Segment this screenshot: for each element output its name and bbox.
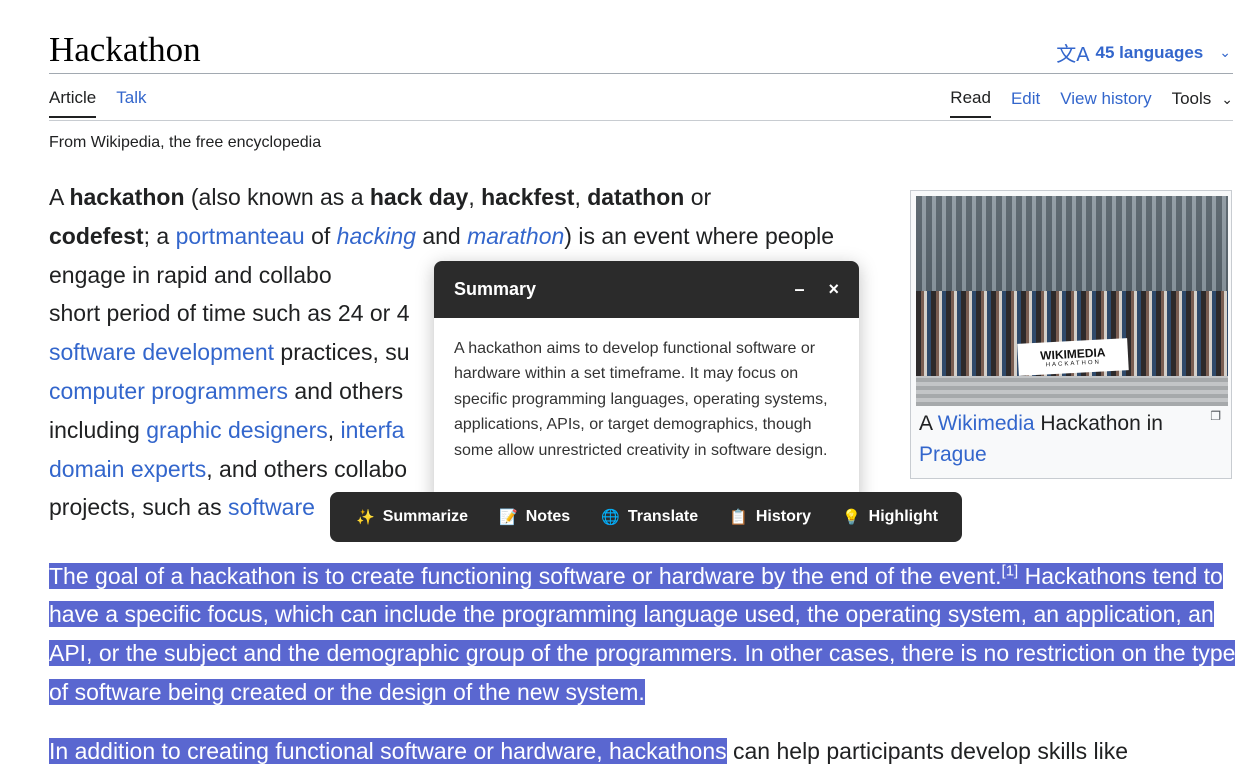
chevron-down-icon: ⌄: [1219, 44, 1231, 60]
bold-term: datathon: [587, 184, 685, 210]
link-hacking[interactable]: hacking: [337, 223, 416, 249]
steps: [916, 376, 1228, 406]
link-prague[interactable]: Prague: [919, 443, 987, 466]
minimize-button[interactable]: –: [794, 279, 804, 300]
text: practices, su: [274, 339, 410, 366]
addition-paragraph: In addition to creating functional softw…: [49, 732, 1249, 771]
highlight-button[interactable]: 💡 Highlight: [842, 508, 938, 526]
text: of: [304, 222, 337, 249]
tab-article[interactable]: Article: [49, 88, 97, 118]
translate-label: Translate: [627, 508, 699, 525]
link-software[interactable]: software: [228, 494, 315, 520]
summarize-label: Summarize: [382, 508, 469, 525]
title-divider: [49, 73, 1233, 74]
bold-term: hackfest: [481, 184, 575, 210]
languages-button[interactable]: 文A 45 languages ⌄: [1056, 38, 1231, 67]
text: can help participants develop skills lik…: [726, 738, 1129, 764]
notes-label: Notes: [525, 508, 571, 525]
lightbulb-icon: 💡: [841, 509, 861, 526]
namespace-tabs: Article Talk: [49, 88, 146, 118]
tab-edit[interactable]: Edit: [1011, 89, 1040, 117]
bold-term: hack day: [369, 184, 469, 210]
hackathon-photo[interactable]: WIKIMEDIA HACKATHON: [916, 196, 1228, 406]
text: short period of time such as 24 or 4: [49, 300, 410, 327]
citation-link[interactable]: [1]: [1002, 562, 1019, 579]
summarize-button[interactable]: ✨ Summarize: [356, 508, 468, 526]
link-marathon[interactable]: marathon: [467, 223, 564, 249]
link-wikimedia[interactable]: Wikimedia: [938, 412, 1035, 435]
text: ,: [574, 184, 588, 210]
translate-icon: 文A: [1056, 44, 1090, 66]
close-button[interactable]: ×: [828, 279, 839, 300]
goal-paragraph: The goal of a hackathon is to create fun…: [49, 552, 1249, 712]
tools-menu[interactable]: Tools ⌄: [1172, 89, 1233, 117]
popup-title: Summary: [454, 279, 537, 299]
tab-view-history[interactable]: View history: [1060, 89, 1151, 117]
image-caption: A Wikimedia Hackathon in Prague: [919, 408, 1189, 470]
link-software-development[interactable]: software development: [49, 339, 274, 365]
text: ,: [327, 416, 341, 443]
wikimedia-banner: WIKIMEDIA HACKATHON: [1017, 338, 1129, 376]
link-computer-programmers[interactable]: computer programmers: [49, 378, 288, 404]
link-graphic-designers[interactable]: graphic designers: [146, 417, 328, 443]
bold-term: codefest: [49, 222, 144, 249]
text: A: [919, 412, 938, 435]
clipboard-icon: 📋: [729, 509, 748, 526]
text: and others: [288, 377, 404, 404]
history-button[interactable]: 📋 History: [729, 508, 811, 526]
link-domain-experts[interactable]: domain experts: [49, 456, 206, 482]
text: Hackathon in: [1034, 412, 1163, 435]
summary-text: A hackathon aims to develop functional s…: [454, 340, 828, 459]
text: ,: [468, 184, 482, 210]
tab-read[interactable]: Read: [950, 88, 991, 118]
tagline: From Wikipedia, the free encyclopedia: [49, 134, 322, 151]
page-title: Hackathon: [49, 30, 201, 69]
sparkles-icon: ✨: [356, 509, 375, 526]
summary-popup: Summary – × A hackathon aims to develop …: [434, 261, 859, 505]
selection-toolbar: ✨ Summarize 📝 Notes 🌐 Translate 📋 History 💡 H…: [330, 492, 962, 542]
history-label: History: [755, 508, 811, 525]
link-portmanteau[interactable]: portmanteau: [176, 223, 305, 249]
text: , and others collabo: [206, 455, 407, 482]
translate-button[interactable]: 🌐 Translate: [601, 508, 698, 526]
link-interface-designers[interactable]: interfa: [341, 417, 405, 443]
text: projects, such as: [49, 494, 228, 521]
bold-term: hackathon: [69, 184, 185, 210]
view-tabs: Read Edit View history Tools ⌄: [950, 88, 1233, 118]
text: A: [49, 184, 70, 210]
enlarge-icon[interactable]: ❐: [1210, 409, 1221, 423]
memo-icon: 📝: [499, 509, 518, 526]
text: (also known as a: [184, 184, 370, 210]
chevron-down-icon: ⌄: [1221, 91, 1233, 107]
text: The goal of a hackathon is to create fun…: [49, 562, 1002, 589]
infobox: WIKIMEDIA HACKATHON A Wikimedia Hackathon…: [910, 190, 1232, 479]
text: and: [415, 222, 468, 249]
text: ; a: [143, 222, 176, 249]
text: or: [684, 184, 712, 210]
text: including: [49, 416, 147, 443]
languages-label: 45 languages: [1095, 42, 1204, 62]
popup-header: Summary – ×: [434, 261, 859, 318]
tab-talk[interactable]: Talk: [116, 88, 146, 118]
selected-text: In addition to creating functional softw…: [49, 738, 727, 764]
globe-icon: 🌐: [601, 509, 620, 526]
tools-label: Tools: [1171, 89, 1212, 108]
highlight-label: Highlight: [868, 508, 938, 525]
notes-button[interactable]: 📝 Notes: [499, 508, 570, 526]
tabs-divider: [49, 120, 1233, 121]
